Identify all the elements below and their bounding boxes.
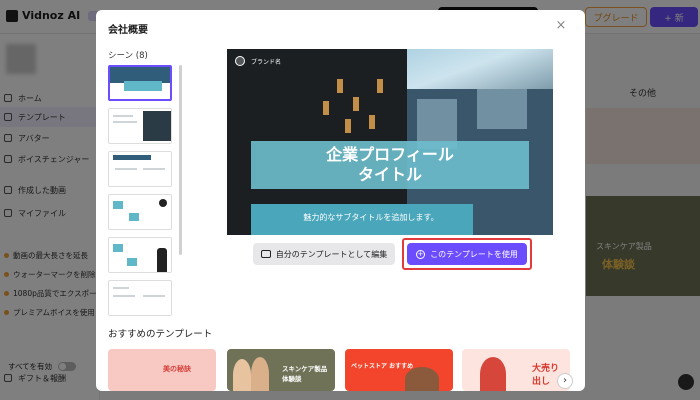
preview-window — [353, 97, 359, 111]
plus-circle-icon: + — [416, 249, 426, 259]
scene-block — [113, 201, 123, 209]
scene-scrollbar[interactable] — [179, 65, 182, 255]
preview-subtitle: 魅力的なサブタイトルを追加します。 — [303, 213, 439, 222]
scene-line — [113, 115, 133, 117]
scene-line — [113, 287, 129, 289]
recommended-template-card[interactable]: スキンケア製品 体験談 — [227, 349, 335, 391]
image-icon — [235, 56, 245, 66]
scene-thumbnail[interactable] — [108, 65, 172, 101]
scene-title-bar — [124, 81, 162, 91]
preview-title: 企業プロフィール タイトル — [251, 141, 529, 189]
scene-avatar — [157, 248, 167, 272]
template-modal: 会社概要 × シーン (8) ブランド名 企業プロフィール タイトル 魅力的なサ… — [96, 10, 585, 391]
scene-block — [129, 213, 139, 221]
preview-window — [345, 119, 351, 133]
modal-title: 会社概要 — [108, 25, 148, 36]
recommended-heading: おすすめのテンプレート — [108, 329, 213, 340]
card-dog — [405, 367, 439, 391]
card-caption: スキンケア製品 体験談 — [282, 365, 328, 383]
scene-thumbnail[interactable] — [108, 151, 172, 187]
edit-icon — [260, 250, 271, 258]
scene-line — [115, 168, 137, 170]
preview-glass — [477, 89, 527, 129]
template-preview: ブランド名 企業プロフィール タイトル 魅力的なサブタイトルを追加します。 — [227, 49, 553, 235]
card-person — [251, 357, 269, 391]
use-button-label: このテンプレートを使用 — [430, 249, 518, 259]
scene-line — [143, 168, 165, 170]
scene-header — [113, 155, 151, 160]
scene-block — [113, 244, 123, 252]
chevron-right-icon[interactable]: › — [557, 373, 573, 389]
recommended-template-card[interactable]: 美の秘訣 — [108, 349, 216, 391]
preview-window — [377, 79, 383, 93]
close-icon[interactable]: × — [554, 19, 568, 33]
use-template-button[interactable]: + このテンプレートを使用 — [407, 243, 527, 265]
scene-list — [108, 65, 174, 325]
scene-line — [143, 295, 165, 297]
preview-title-line-1: 企業プロフィール — [326, 145, 454, 164]
preview-window — [337, 79, 343, 93]
scene-image — [143, 111, 171, 141]
brand-name: ブランド名 — [251, 58, 282, 66]
edit-button-label: 自分のテンプレートとして編集 — [275, 249, 388, 259]
scene-thumbnail[interactable] — [108, 108, 172, 144]
scene-line — [113, 121, 137, 123]
scenes-label: シーン (8) — [108, 51, 148, 61]
preview-window — [369, 115, 375, 129]
card-person — [480, 357, 506, 391]
card-caption: 美の秘訣 — [163, 365, 191, 373]
preview-window — [323, 101, 329, 115]
scene-thumbnail[interactable] — [108, 280, 172, 316]
scene-avatar — [159, 199, 167, 207]
card-person — [233, 359, 251, 391]
recommended-template-card[interactable]: 大売り 出し — [462, 349, 570, 391]
scene-block — [127, 258, 137, 266]
edit-as-my-template-button[interactable]: 自分のテンプレートとして編集 — [253, 243, 395, 265]
card-caption: ペットストア おすすめ — [351, 363, 414, 370]
recommended-template-card[interactable]: ペットストア おすすめ — [345, 349, 453, 391]
preview-title-line-2: タイトル — [357, 165, 422, 184]
scene-thumbnail[interactable] — [108, 194, 172, 230]
brand-row: ブランド名 — [235, 56, 281, 66]
scene-line — [113, 295, 135, 297]
scene-thumbnail[interactable] — [108, 237, 172, 273]
